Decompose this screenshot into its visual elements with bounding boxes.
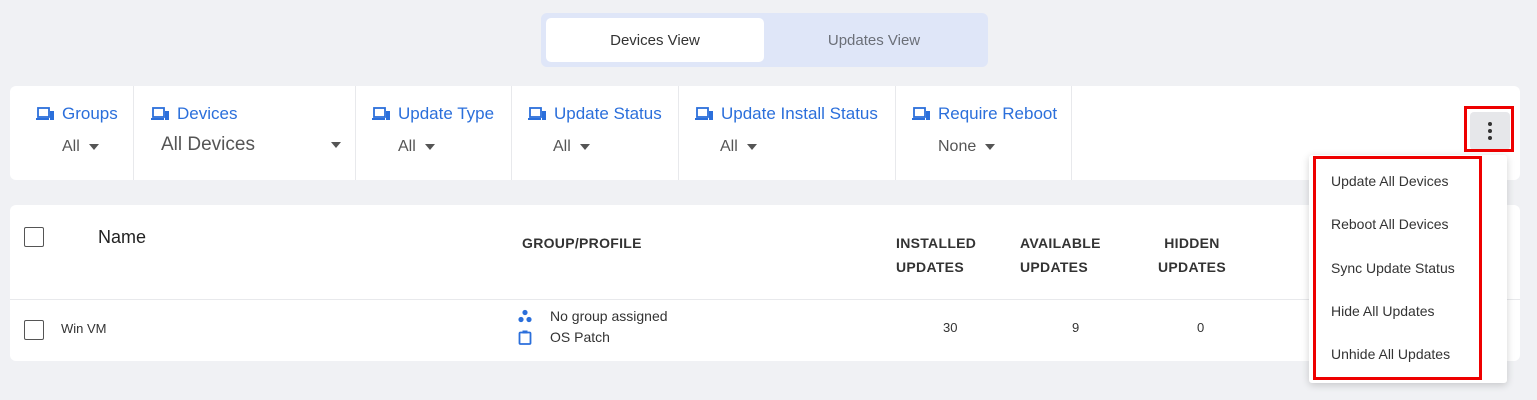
tab-devices-view[interactable]: Devices View — [546, 18, 764, 62]
divider — [10, 299, 1520, 300]
filter-groups: Groups All — [10, 86, 134, 180]
filter-require-reboot: Require Reboot None — [896, 86, 1072, 180]
filter-groups-select[interactable]: All — [62, 138, 99, 156]
column-header-group-profile[interactable]: GROUP/PROFILE — [522, 231, 642, 255]
filter-require-reboot-select[interactable]: None — [938, 138, 996, 156]
hidden-updates-count: 0 — [1197, 320, 1205, 335]
filter-update-status: Update Status All — [512, 86, 679, 180]
filter-update-type: Update Type All — [356, 86, 512, 180]
available-updates-count: 9 — [1072, 320, 1080, 335]
filter-update-status-select[interactable]: All — [553, 138, 590, 156]
filter-update-install-status-select[interactable]: All — [720, 138, 757, 156]
caret-down-icon — [985, 144, 996, 150]
view-toggle: Devices View Updates View — [541, 13, 988, 67]
caret-down-icon — [331, 142, 341, 148]
filter-update-type-select[interactable]: All — [398, 138, 435, 156]
caret-down-icon — [88, 144, 99, 150]
tab-updates-view[interactable]: Updates View — [765, 18, 983, 62]
group-icon — [518, 309, 532, 323]
filter-update-install-status: Update Install Status All — [679, 86, 896, 180]
devices-icon — [36, 107, 54, 120]
devices-table: Name GROUP/PROFILE INSTALLED UPDATES AVAI… — [10, 205, 1520, 361]
devices-icon — [151, 107, 169, 120]
filter-devices-label: Devices — [151, 104, 237, 124]
caret-down-icon — [424, 144, 435, 150]
row-checkbox[interactable] — [24, 320, 44, 340]
column-header-available-updates[interactable]: AVAILABLE UPDATES — [1020, 231, 1101, 279]
devices-icon — [528, 107, 546, 120]
devices-icon — [372, 107, 390, 120]
filter-groups-label: Groups — [36, 104, 118, 124]
filter-bar: Groups All Devices All Devices Update Ty… — [10, 86, 1520, 180]
highlight-box — [1464, 106, 1514, 152]
filter-update-type-label: Update Type — [372, 104, 494, 124]
devices-icon — [912, 107, 930, 120]
caret-down-icon — [579, 144, 590, 150]
filter-devices-select[interactable]: All Devices — [161, 134, 341, 156]
device-name[interactable]: Win VM — [61, 321, 107, 336]
filter-require-reboot-label: Require Reboot — [912, 104, 1057, 124]
clipboard-icon — [518, 330, 532, 345]
devices-icon — [695, 107, 713, 120]
installed-updates-count: 30 — [943, 320, 958, 335]
filter-devices: Devices All Devices — [134, 86, 356, 180]
group-cell: No group assigned — [518, 308, 668, 324]
caret-down-icon — [746, 144, 757, 150]
column-header-hidden-updates[interactable]: HIDDEN UPDATES — [1158, 231, 1226, 279]
profile-cell: OS Patch — [518, 329, 610, 345]
filter-update-install-status-label: Update Install Status — [695, 104, 878, 124]
highlight-box — [1313, 156, 1482, 380]
filter-update-status-label: Update Status — [528, 104, 662, 124]
column-header-installed-updates[interactable]: INSTALLED UPDATES — [896, 231, 976, 279]
select-all-checkbox[interactable] — [24, 227, 44, 247]
column-header-name[interactable]: Name — [98, 227, 146, 248]
